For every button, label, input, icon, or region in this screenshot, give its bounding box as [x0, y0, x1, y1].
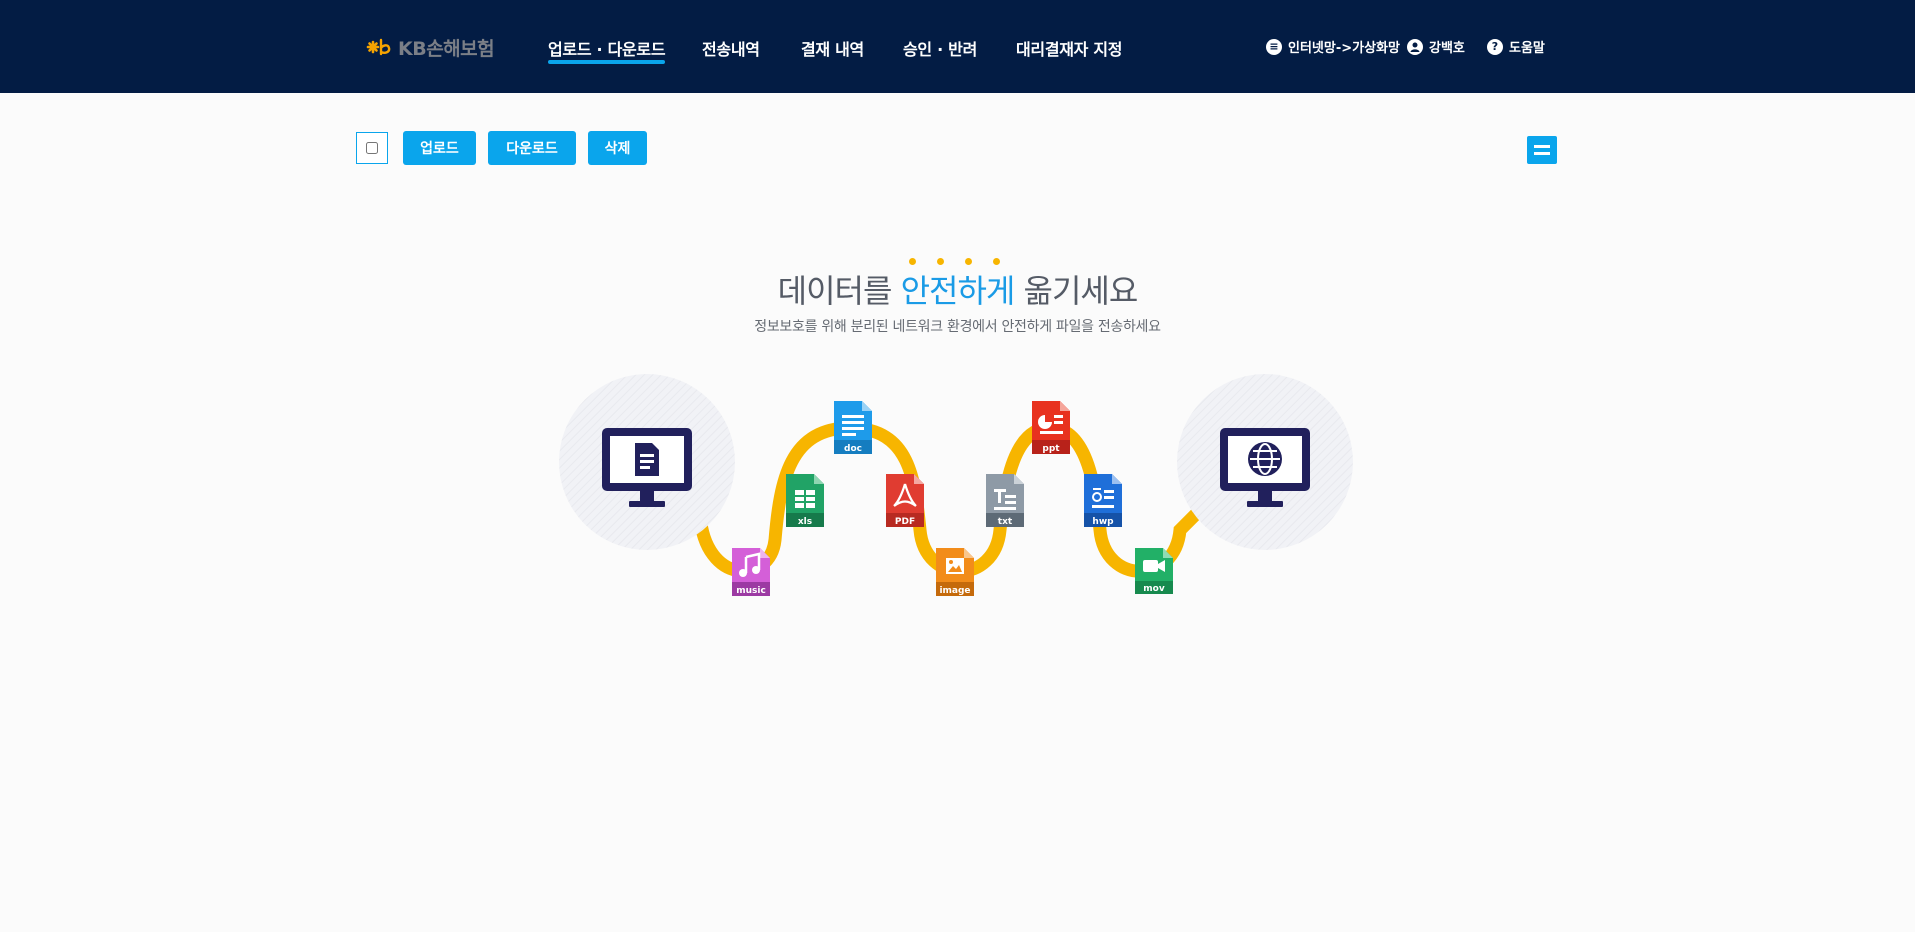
user-menu[interactable]: 강백호: [1407, 37, 1465, 56]
help-label: 도움말: [1509, 41, 1545, 56]
upload-button[interactable]: 업로드: [403, 131, 476, 165]
nav-proxy-approver[interactable]: 대리결재자 지정: [1016, 36, 1123, 60]
internet-pc-icon: [1177, 374, 1353, 550]
help-icon: ?: [1487, 38, 1503, 55]
hero-title-post: 옮기세요: [1014, 272, 1139, 310]
network-icon: ≡: [1266, 38, 1282, 55]
menu-bar-icon: [1534, 145, 1550, 148]
nav-approve-reject[interactable]: 승인 · 반려: [903, 36, 977, 60]
hero-title-pre: 데이터를: [777, 272, 901, 310]
network-label: 인터넷망->가상화망: [1288, 41, 1400, 56]
file-image-icon: image: [936, 548, 974, 596]
hero-subtitle: 정보보호를 위해 분리된 네트워크 환경에서 안전하게 파일을 전송하세요: [754, 319, 1161, 335]
help-link[interactable]: ? 도움말: [1487, 37, 1545, 56]
top-navigation-bar: KB손해보험 업로드 · 다운로드 전송내역 결재 내역 승인 · 반려 대리결…: [0, 0, 1915, 93]
file-mov-icon: mov: [1135, 548, 1173, 594]
file-xls-icon: xls: [786, 474, 824, 527]
file-label: hwp: [1092, 517, 1114, 527]
file-txt-icon: txt: [986, 474, 1024, 527]
user-icon: [1407, 38, 1423, 55]
emphasis-dots: [906, 258, 1006, 266]
nav-approval-history[interactable]: 결재 내역: [801, 36, 864, 60]
menu-bar-icon: [1534, 152, 1550, 155]
file-label: mov: [1143, 584, 1165, 594]
select-all-checkbox[interactable]: [366, 142, 378, 154]
menu-toggle-button[interactable]: [1527, 136, 1557, 164]
file-pdf-icon: PDF: [886, 474, 924, 527]
hero-title-highlight: 안전하게: [900, 272, 1016, 310]
file-label: image: [939, 586, 970, 596]
delete-button[interactable]: 삭제: [588, 131, 647, 165]
nav-upload-download[interactable]: 업로드 · 다운로드: [548, 36, 666, 64]
select-all-box: [356, 132, 388, 164]
file-label: txt: [998, 517, 1013, 527]
kb-logo[interactable]: KB손해보험: [364, 33, 495, 61]
internal-pc-icon: [559, 374, 735, 550]
hero-title: 데이터를 안전하게 옮기세요: [0, 266, 1915, 312]
file-doc-icon: doc: [834, 401, 872, 454]
file-label: PDF: [895, 517, 915, 527]
file-label: xls: [798, 517, 812, 527]
file-hwp-icon: hwp: [1084, 474, 1122, 527]
transfer-illustration: music xls doc PDF image txt ppt hwp mov: [559, 374, 1353, 596]
file-label: doc: [844, 444, 862, 454]
user-name: 강백호: [1429, 41, 1465, 56]
file-label: music: [736, 586, 766, 596]
network-switch[interactable]: ≡ 인터넷망->가상화망: [1266, 37, 1400, 56]
nav-transfer-history[interactable]: 전송내역: [702, 36, 760, 60]
file-ppt-icon: ppt: [1032, 401, 1070, 454]
kb-star-icon: [366, 38, 391, 56]
file-label: ppt: [1042, 444, 1060, 454]
logo-text: KB손해보험: [398, 37, 495, 60]
file-music-icon: music: [732, 548, 770, 596]
download-button[interactable]: 다운로드: [488, 131, 576, 165]
